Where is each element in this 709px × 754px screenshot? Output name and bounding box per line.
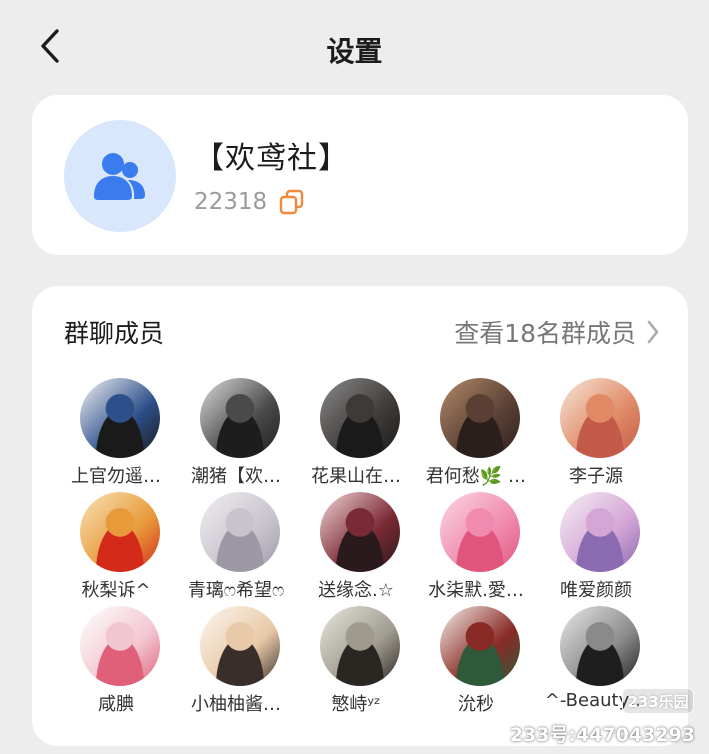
member-item[interactable]: 花果山在…: [296, 374, 416, 487]
group-info-card[interactable]: 【欢鸢社】 22318: [32, 95, 688, 255]
member-grid: 上官勿遥… 潮猪【欢… 花果山在… 君何愁🌿 … 李子源秋梨诉^ 青璃ෆ希望ෆ 送缘念.☆ 水…: [56, 374, 656, 715]
member-avatar: [560, 492, 640, 572]
member-name: 李子源: [569, 466, 623, 487]
member-name: 唯爱颜颜: [560, 580, 632, 601]
member-item[interactable]: 唯爱颜颜: [536, 488, 656, 601]
member-avatar: [80, 492, 160, 572]
view-all-members-link[interactable]: 查看18名群成员: [454, 314, 660, 350]
group-avatar: [64, 120, 176, 232]
member-item[interactable]: 送缘念.☆: [296, 488, 416, 601]
members-header: 群聊成员 查看18名群成员: [64, 314, 660, 350]
group-id-row: 22318: [194, 189, 305, 215]
member-name: 送缘念.☆: [318, 580, 394, 601]
view-all-members-label: 查看18名群成员: [454, 319, 636, 348]
group-name: 【欢鸢社】: [194, 141, 349, 176]
member-item[interactable]: 沇秒: [416, 602, 536, 715]
member-avatar: [560, 378, 640, 458]
member-item[interactable]: 潮猪【欢…: [176, 374, 296, 487]
member-name: 慜峙ʸᶻ: [331, 694, 381, 715]
chevron-right-icon: [647, 320, 659, 344]
member-avatar: [440, 378, 520, 458]
page-title: 设置: [326, 35, 383, 68]
member-avatar: [440, 492, 520, 572]
member-name: 上官勿遥…: [71, 466, 161, 487]
member-item[interactable]: 水柒默.愛…: [416, 488, 536, 601]
top-nav-bar: 设置: [0, 0, 709, 95]
member-avatar: [320, 378, 400, 458]
member-name: 花果山在…: [311, 466, 401, 487]
member-item[interactable]: 上官勿遥…: [56, 374, 176, 487]
member-item[interactable]: 慜峙ʸᶻ: [296, 602, 416, 715]
group-users-icon: [94, 153, 145, 200]
member-name: 沇秒: [458, 694, 494, 715]
group-id: 22318: [194, 189, 268, 215]
member-item[interactable]: 李子源: [536, 374, 656, 487]
member-name: 小柚柚酱…: [191, 694, 281, 715]
member-name: 水柒默.愛…: [428, 580, 524, 601]
watermark-badge: 233乐园: [622, 688, 694, 714]
member-avatar: [320, 492, 400, 572]
member-name: 青璃ෆ希望ෆ: [187, 580, 285, 601]
member-avatar: [200, 606, 280, 686]
member-avatar: [80, 606, 160, 686]
members-title: 群聊成员: [64, 319, 165, 348]
member-item[interactable]: 小柚柚酱…: [176, 602, 296, 715]
member-avatar: [320, 606, 400, 686]
member-avatar: [200, 492, 280, 572]
member-name: 咸腆: [98, 694, 134, 715]
member-name: 秋梨诉^: [81, 580, 151, 601]
group-members-card: 群聊成员 查看18名群成员 上官勿遥… 潮猪【欢… 花果山在… 君何愁🌿 … 李子源秋梨…: [32, 286, 688, 746]
member-avatar: [440, 606, 520, 686]
member-item[interactable]: 咸腆: [56, 602, 176, 715]
member-item[interactable]: 青璃ෆ希望ෆ: [176, 488, 296, 601]
member-item[interactable]: 秋梨诉^: [56, 488, 176, 601]
watermark-text: 233号:447043293: [509, 724, 695, 746]
member-name: 君何愁🌿 …: [425, 466, 527, 487]
member-avatar: [80, 378, 160, 458]
member-avatar: [200, 378, 280, 458]
copy-icon[interactable]: [279, 189, 305, 215]
member-item[interactable]: 君何愁🌿 …: [416, 374, 536, 487]
member-avatar: [560, 606, 640, 686]
member-name: 潮猪【欢…: [191, 466, 281, 487]
